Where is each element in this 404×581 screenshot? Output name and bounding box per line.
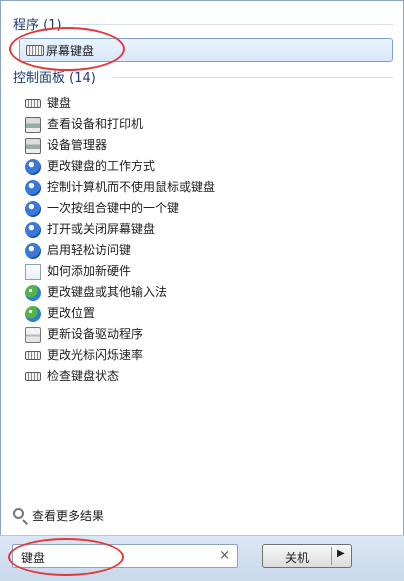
globe-icon [25,306,41,322]
keyboard-icon [25,351,41,360]
chevron-right-icon[interactable]: ▶ [337,548,345,559]
close-icon[interactable]: × [219,548,230,563]
start-menu-bottom-bar: 键盘 × 关机 ▶ [0,535,404,581]
programs-section-header: 程序 (1) [13,14,393,33]
ease-of-access-icon [25,180,41,196]
ease-of-access-icon [25,159,41,175]
control-panel-header-label: 控制面板 (14) [13,71,96,86]
keyboard-icon [25,99,41,108]
document-icon [25,264,41,280]
list-item-label: 更改键盘或其他输入法 [47,285,168,299]
list-item-label: 设备管理器 [47,138,108,152]
shutdown-button[interactable]: 关机 ▶ [262,544,352,568]
list-item-label: 如何添加新硬件 [47,264,132,278]
list-item-label: 打开或关闭屏幕键盘 [47,222,156,236]
ease-of-access-icon [25,201,41,217]
search-results-panel: 程序 (1) 屏幕键盘 控制面板 (14) 键盘 查看设备和打印机 设备管理器 … [0,0,404,536]
control-panel-section-header: 控制面板 (14) [13,67,393,86]
list-item-label: 启用轻松访问键 [47,243,132,257]
ease-of-access-icon [25,222,41,238]
ease-of-access-icon [25,243,41,259]
see-more-results-label: 查看更多结果 [32,509,105,523]
divider [73,24,393,25]
list-item-label: 检查键盘状态 [47,369,120,383]
divider [113,77,393,78]
globe-icon [25,285,41,301]
list-item-label: 更新设备驱动程序 [47,327,144,341]
search-input-value: 键盘 [21,551,46,565]
program-result-onscreen-keyboard[interactable]: 屏幕键盘 [19,38,393,62]
programs-header-label: 程序 (1) [13,18,62,33]
list-item-label: 查看设备和打印机 [47,117,144,131]
list-item-label: 控制计算机而不使用鼠标或键盘 [47,180,216,194]
list-item-label: 键盘 [47,96,72,110]
device-icon [25,327,41,343]
program-result-label: 屏幕键盘 [46,44,95,58]
search-input[interactable]: 键盘 × [12,544,238,568]
search-icon [13,508,24,519]
keyboard-icon [26,45,44,56]
divider [331,547,332,565]
printer-icon [25,117,41,133]
keyboard-icon [25,372,41,381]
printer-icon [25,138,41,154]
list-item-label: 更改光标闪烁速率 [47,348,144,362]
shutdown-label: 关机 [284,551,309,565]
list-item-label: 更改位置 [47,306,96,320]
list-item-label: 一次按组合键中的一个键 [47,201,180,215]
list-item-label: 更改键盘的工作方式 [47,159,156,173]
